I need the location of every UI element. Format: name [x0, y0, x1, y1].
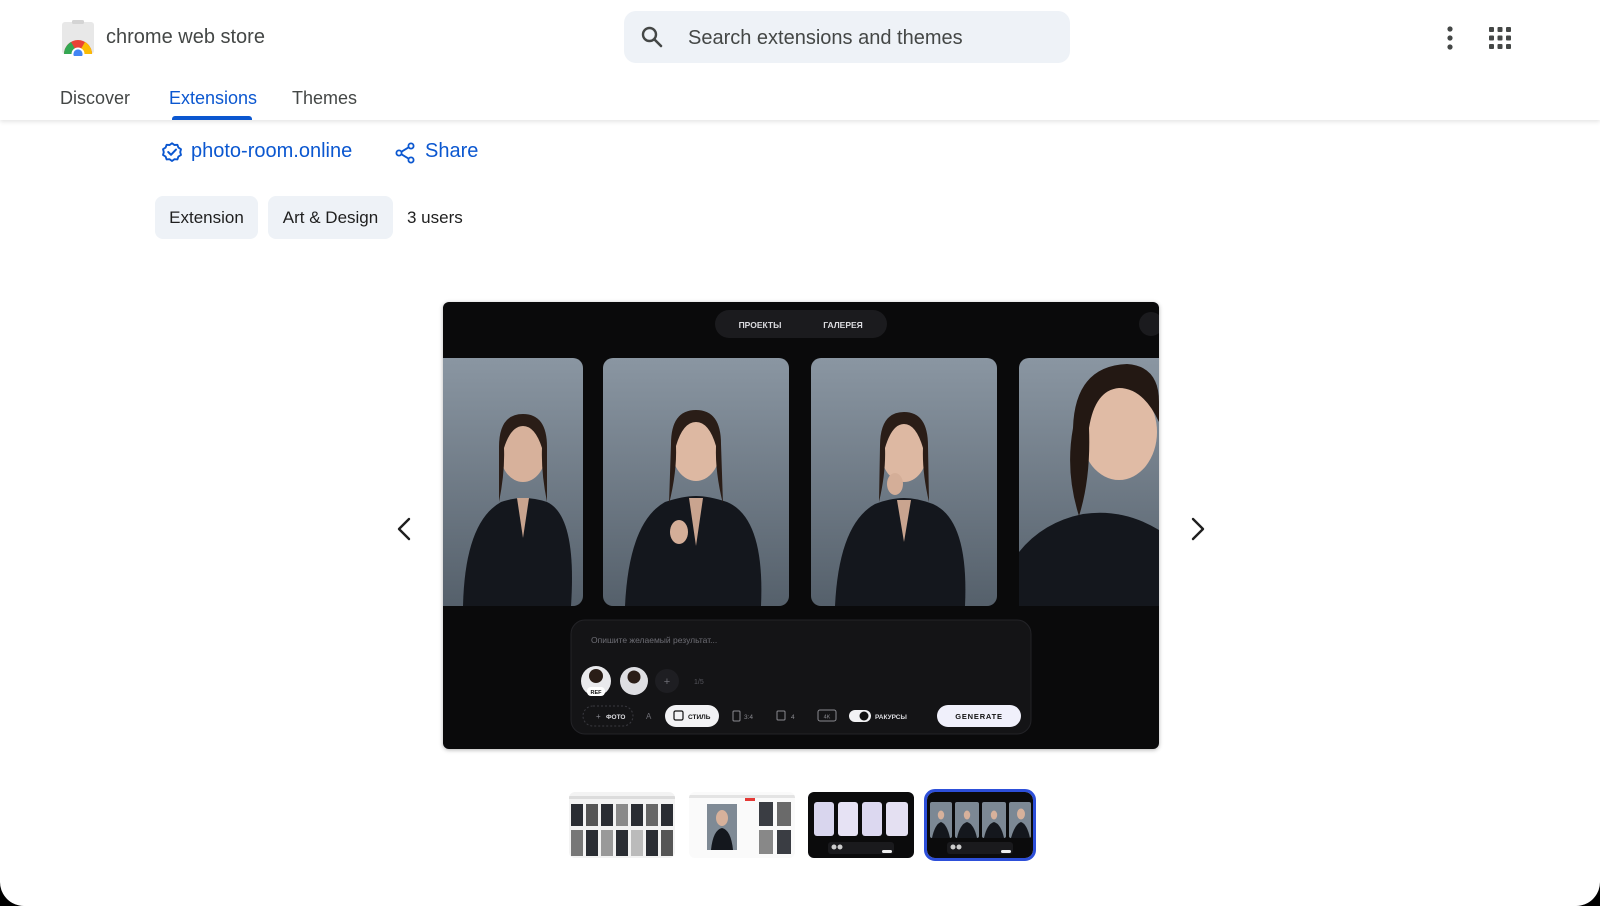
thumbnail-3[interactable] [808, 792, 914, 858]
portrait-card [603, 358, 789, 606]
svg-text:+: + [596, 712, 601, 721]
thumbnail-1[interactable] [569, 792, 675, 858]
prompt-placeholder: Опишите желаемый результат... [591, 635, 717, 645]
tab-discover[interactable]: Discover [60, 88, 130, 109]
search-input[interactable] [686, 11, 1060, 65]
publisher-link[interactable]: photo-room.online [191, 140, 352, 163]
ref-label: REF [591, 690, 603, 696]
portrait-card [1019, 358, 1159, 606]
count-tool-label: 4 [791, 714, 795, 721]
more-vert-icon[interactable] [1438, 24, 1462, 52]
thumbnail-4[interactable] [924, 789, 1036, 861]
slide-tab-projects: ПРОЕКТЫ [739, 320, 782, 330]
generate-label: GENERATE [955, 712, 1003, 721]
share-icon [395, 142, 415, 164]
chrome-web-store-logo[interactable] [60, 20, 96, 56]
verified-badge-icon [162, 142, 182, 162]
top-header: chrome web store Discover Extensions The… [0, 0, 1600, 120]
tab-extensions[interactable]: Extensions [169, 88, 257, 109]
style-tool-label: СТИЛЬ [688, 714, 711, 721]
portrait-card [811, 358, 997, 606]
quality-tool-label: 4K [824, 715, 831, 721]
photo-tool-label: ФОТО [606, 714, 625, 721]
slide-corner-button [1139, 312, 1159, 336]
search-box[interactable] [624, 11, 1070, 65]
search-icon[interactable] [640, 25, 664, 49]
share-label: Share [425, 140, 479, 162]
store-brand-name[interactable]: chrome web store [106, 26, 265, 49]
ref-counter: 1/5 [694, 679, 704, 686]
screenshot-slide: ПРОЕКТЫ ГАЛЕРЕЯ Опишите желаемый результ… [443, 302, 1159, 749]
thumbnail-2[interactable] [689, 792, 795, 858]
chip-extension[interactable]: Extension [155, 196, 258, 239]
svg-text:+: + [664, 676, 670, 688]
screenshot-preview: ПРОЕКТЫ ГАЛЕРЕЯ Опишите желаемый результ… [443, 310, 1159, 735]
svg-text:A: A [646, 712, 652, 721]
portrait-card [443, 358, 583, 606]
slide-tab-gallery: ГАЛЕРЕЯ [823, 320, 863, 330]
chip-art-design[interactable]: Art & Design [268, 196, 393, 239]
angles-tool-label: РАКУРСЫ [875, 714, 907, 721]
user-count: 3 users [407, 208, 463, 227]
apps-grid-icon[interactable] [1488, 26, 1512, 50]
ratio-tool-label: 3:4 [744, 714, 753, 721]
chevron-right-icon[interactable] [1183, 515, 1211, 543]
active-tab-indicator [172, 116, 252, 120]
page: chrome web store Discover Extensions The… [0, 0, 1600, 906]
tab-themes[interactable]: Themes [292, 88, 357, 109]
chevron-left-icon[interactable] [391, 515, 419, 543]
